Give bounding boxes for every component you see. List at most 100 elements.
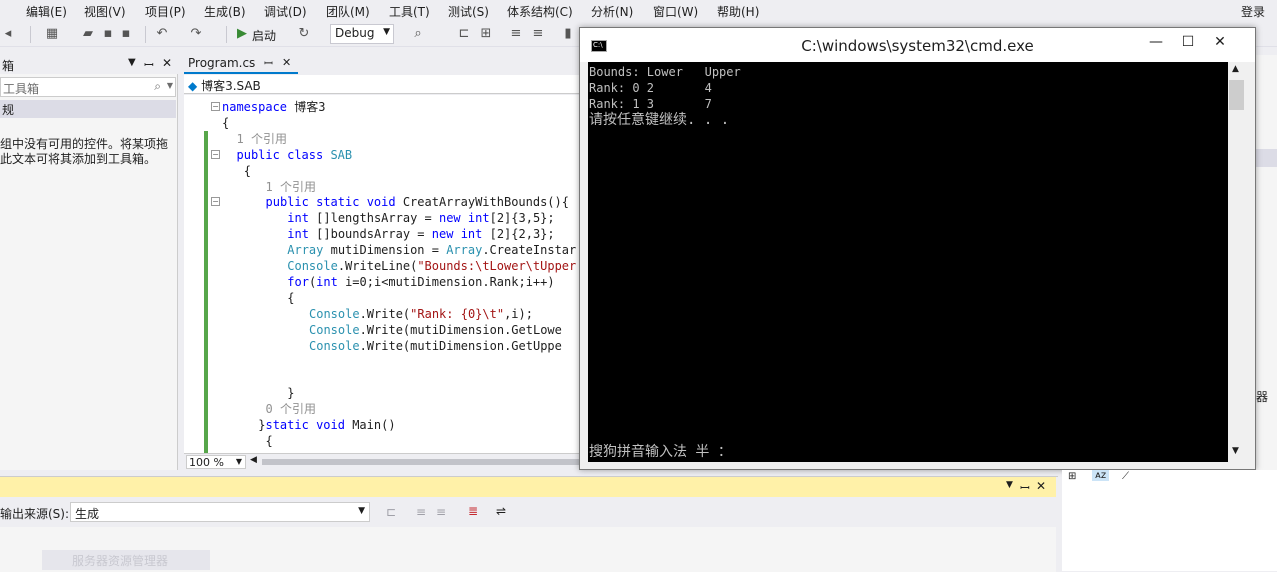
code-line: { (222, 115, 230, 130)
menu-item[interactable]: 窗口(W) (653, 3, 698, 20)
code-editor[interactable]: namespace 博客3−{1 个引用 public class SAB −{1 … (184, 95, 584, 453)
next-message-icon[interactable]: ≡ (436, 505, 446, 519)
menu-item[interactable]: 帮助(H) (717, 3, 759, 20)
horizontal-scrollbar[interactable] (262, 459, 582, 465)
toolbar-separator (226, 26, 227, 43)
undo-icon[interactable]: ↶ (154, 26, 170, 42)
search-icon[interactable]: ⌕ (154, 79, 161, 94)
code-line: { (287, 290, 295, 305)
open-folder-icon[interactable]: ▰ (80, 26, 96, 42)
menu-bar: 编辑(E) 视图(V) 项目(P) 生成(B) 调试(D) 团队(M) 工具(T) 测试(S)… (0, 0, 1277, 22)
property-pages-icon[interactable]: ⟋ (1122, 471, 1129, 482)
chevron-down-icon[interactable]: ▼ (1232, 446, 1239, 456)
pin-icon[interactable]: ꟷ (264, 56, 273, 71)
find-icon[interactable]: ⌕ (410, 26, 426, 42)
cmd-scrollbar[interactable]: ▲ ▼ (1228, 62, 1245, 462)
menu-item[interactable]: 团队(M) (326, 3, 370, 20)
uncomment-icon[interactable]: ≡ (530, 26, 546, 42)
comment-icon[interactable]: ≡ (508, 26, 524, 42)
dropdown-icon[interactable]: ▼ (1006, 480, 1013, 490)
collapse-icon[interactable]: − (211, 149, 220, 159)
output-panel-titlebar: ▼ ꟷ ✕ (0, 477, 1056, 497)
layout-icon[interactable]: ⊞ (478, 26, 494, 42)
toolbar-separator (145, 26, 146, 43)
scrollbar-thumb[interactable] (1229, 80, 1244, 110)
toolbar-separator (30, 26, 31, 43)
minimize-icon[interactable]: — (1142, 34, 1170, 50)
redo-icon[interactable]: ↷ (188, 26, 204, 42)
save-icon[interactable]: ▪ (100, 26, 116, 42)
tab-label: Program.cs (188, 56, 256, 70)
toolbox-group-general[interactable]: 规 (0, 100, 176, 118)
navigation-bar[interactable]: ◆ 博客3.SAB (184, 75, 584, 94)
code-line: int []boundsArray = new int [2]{2,3}; (287, 227, 555, 242)
nav-type-label: 博客3.SAB (201, 79, 261, 93)
configuration-select[interactable]: Debug ▼ (330, 24, 394, 44)
pin-icon[interactable]: ꟷ (1020, 479, 1030, 496)
menu-item[interactable]: 测试(S) (448, 3, 489, 20)
zoom-value: 100 % (189, 456, 224, 469)
toolbox-message-line: 组中没有可用的控件。将某项拖 (0, 137, 169, 151)
reference-count[interactable]: 0 个引用 (266, 401, 316, 417)
cmd-window[interactable]: C:\ C:\windows\system32\cmd.exe — ☐ ✕ Bo… (579, 27, 1256, 470)
menu-item[interactable]: 视图(V) (84, 3, 126, 20)
categorized-icon[interactable]: ⊞ (1068, 471, 1076, 482)
configuration-value: Debug (335, 26, 375, 40)
code-line: public class SAB (236, 147, 353, 162)
menu-item[interactable]: 体系结构(C) (507, 3, 573, 20)
toolbox-group-label: 规 (2, 103, 15, 117)
toolbox-message-line: 此文本可将其添加到工具箱。 (0, 152, 157, 166)
close-icon[interactable]: ✕ (1206, 34, 1234, 50)
close-icon[interactable]: ✕ (282, 56, 291, 69)
output-text-area[interactable]: 服务器资源管理器 (0, 527, 1056, 572)
save-all-icon[interactable]: ▪ (118, 26, 134, 42)
right-side-panel: 器 (1256, 55, 1277, 470)
back-icon[interactable]: ◂ (0, 26, 16, 42)
toolbox-search-input[interactable]: 工具箱 ⌕ ▼ (0, 77, 176, 97)
menu-item[interactable]: 编辑(E) (26, 3, 67, 20)
output-source-label: 输出来源(S): (0, 507, 70, 521)
align-icon[interactable]: ⊏ (456, 26, 472, 42)
reference-count[interactable]: 1 个引用 (237, 131, 287, 147)
menu-item[interactable]: 调试(D) (264, 3, 307, 20)
clear-all-icon[interactable]: ≣ (468, 504, 478, 518)
chevron-down-icon[interactable]: ▼ (167, 81, 173, 90)
reference-count[interactable]: 1 个引用 (266, 179, 316, 195)
code-line: { (265, 433, 273, 448)
start-icon[interactable]: ▶ (234, 26, 250, 42)
close-icon[interactable]: ✕ (1036, 479, 1046, 493)
dropdown-icon[interactable]: ▼ (128, 57, 136, 68)
bookmark-icon[interactable]: ▮ (560, 26, 576, 42)
login-link[interactable]: 登录 (1241, 3, 1265, 20)
tab-program-cs[interactable]: Program.cs ꟷ ✕ (184, 54, 298, 74)
menu-item[interactable]: 生成(B) (204, 3, 246, 20)
collapse-icon[interactable]: − (211, 102, 220, 111)
output-source-select[interactable]: 生成 ▼ (70, 502, 370, 522)
new-project-icon[interactable]: ▦ (44, 26, 60, 42)
menu-item[interactable]: 项目(P) (145, 3, 186, 20)
zoom-select[interactable]: 100 % ▼ (186, 455, 246, 469)
right-panel-partial-label: 器 (1256, 390, 1269, 404)
chevron-up-icon[interactable]: ▲ (1232, 64, 1239, 74)
scroll-left-icon[interactable]: ◀ (250, 455, 257, 465)
collapse-icon[interactable]: − (211, 197, 220, 207)
prev-message-icon[interactable]: ≡ (416, 505, 426, 519)
maximize-icon[interactable]: ☐ (1174, 34, 1202, 50)
output-panel: ▼ ꟷ ✕ 输出来源(S): 生成 ▼ ⊏ ≡ ≡ ≣ ⇌ 服务器资源管理器 (0, 476, 1058, 572)
menu-item[interactable]: 分析(N) (591, 3, 633, 20)
console-output[interactable]: Bounds: Lower Upper Rank: 0 2 4 Rank: 1 … (588, 62, 1228, 462)
code-line: for(int i=0;i<mutiDimension.Rank;i++) (287, 274, 555, 289)
refresh-icon[interactable]: ↻ (296, 26, 312, 42)
cmd-titlebar[interactable]: C:\ C:\windows\system32\cmd.exe — ☐ ✕ (580, 28, 1255, 62)
faded-overlay-label: 服务器资源管理器 (72, 554, 169, 568)
pin-icon[interactable]: ꟷ (144, 56, 154, 73)
console-line: Bounds: Lower Upper (589, 65, 741, 79)
start-button-label[interactable]: 启动 (252, 27, 276, 44)
toolbox-empty-message: 组中没有可用的控件。将某项拖 此文本可将其添加到工具箱。 (0, 137, 176, 167)
close-icon[interactable]: ✕ (162, 56, 172, 70)
menu-item[interactable]: 工具(T) (389, 3, 430, 20)
toolbox-title-text: 箱 (2, 59, 15, 73)
alphabetical-icon[interactable]: ᴀz (1092, 470, 1110, 481)
goto-location-icon[interactable]: ⊏ (386, 505, 396, 519)
word-wrap-icon[interactable]: ⇌ (496, 504, 506, 518)
